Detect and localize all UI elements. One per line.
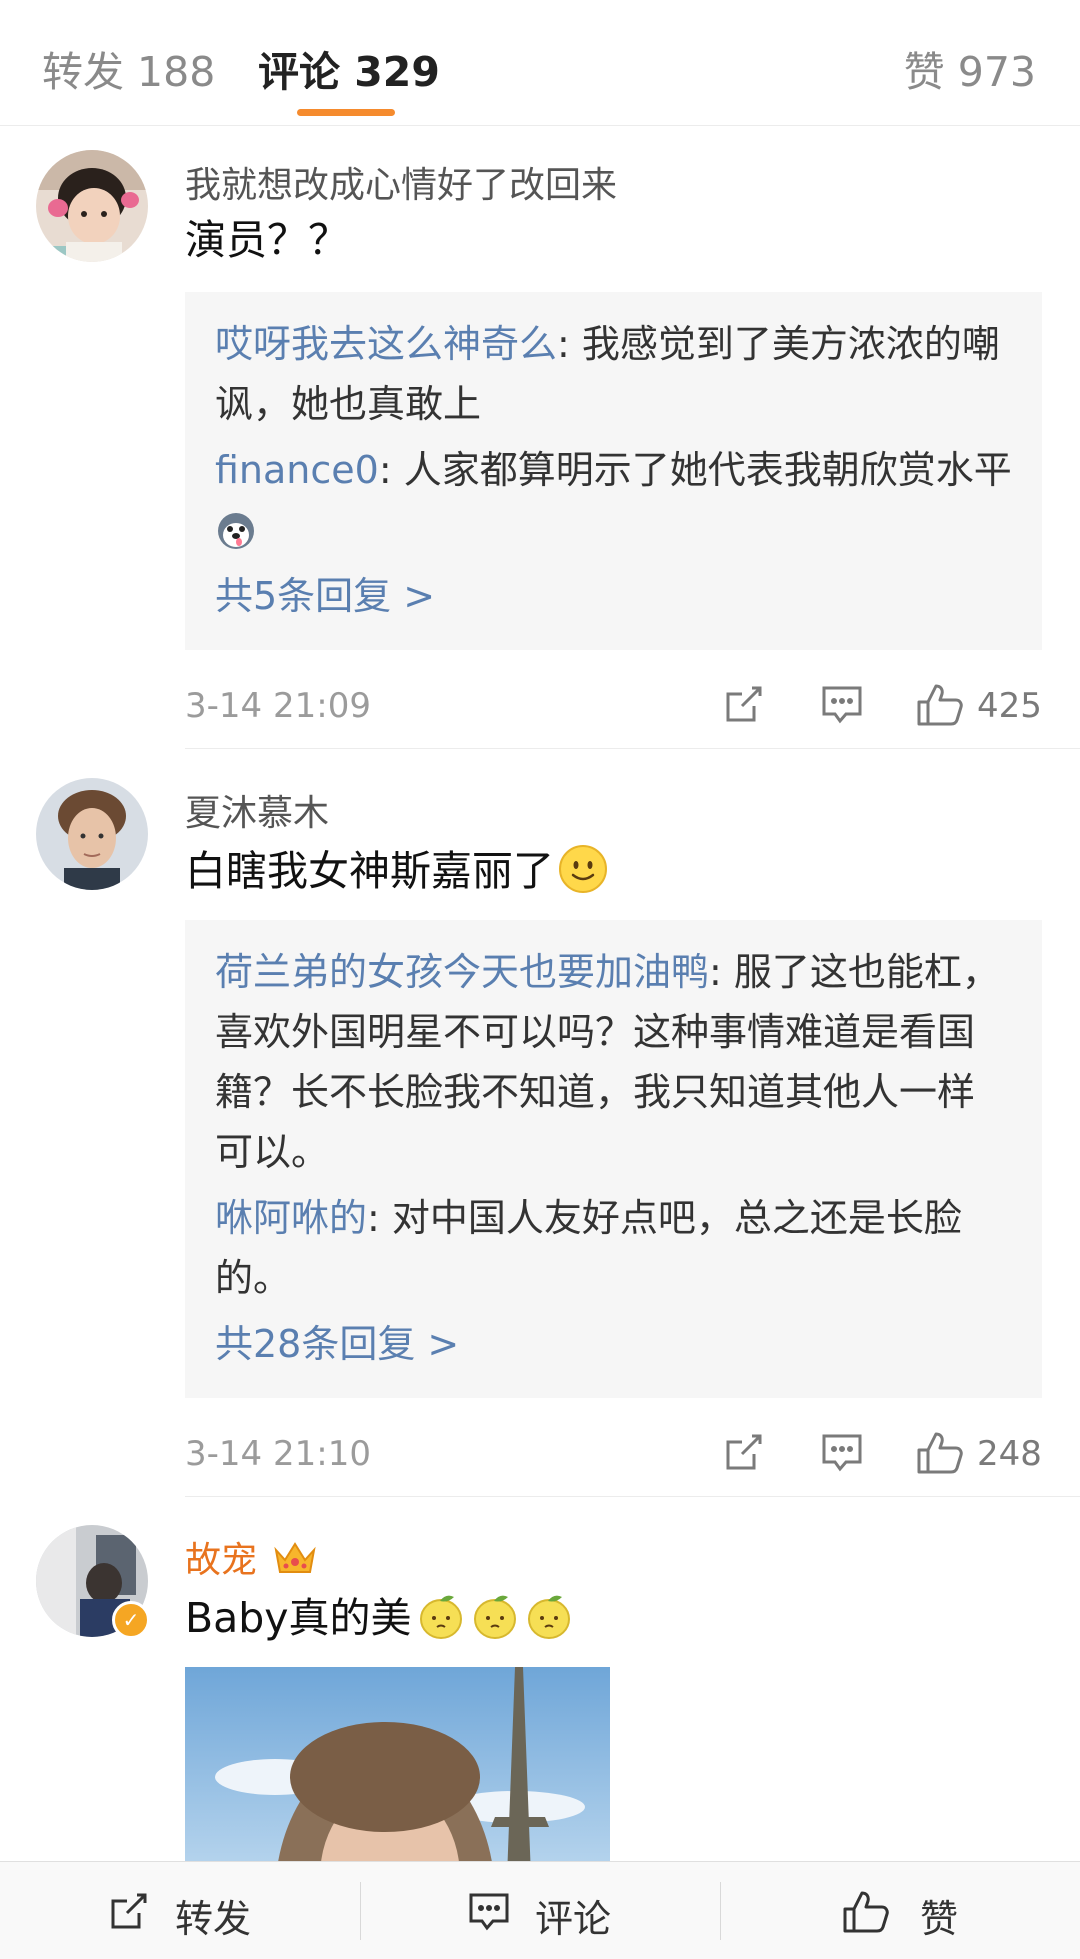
comment-image[interactable] bbox=[185, 1667, 610, 1877]
comment-divider bbox=[185, 748, 1080, 749]
bottom-repost-label: 转发 bbox=[175, 1897, 252, 1941]
reply-item: 哎呀我去这么神奇么: 我感觉到了美方浓浓的嘲讽，她也真敢上 bbox=[215, 314, 1012, 434]
tab-bar: 转发 188 评论 329 赞 973 bbox=[0, 0, 1080, 126]
tab-repost[interactable]: 转发 188 bbox=[42, 38, 215, 98]
like-count: 248 bbox=[977, 1434, 1042, 1474]
comment-time: 3-14 21:09 bbox=[185, 686, 371, 726]
bottom-repost-button[interactable]: 转发 bbox=[0, 1862, 360, 1959]
reply-text: : 人家都算明示了她代表我朝欣赏水平 bbox=[378, 448, 1012, 492]
like-count: 425 bbox=[977, 686, 1042, 726]
comment-username[interactable]: 夏沐慕木 bbox=[185, 784, 329, 836]
crown-icon bbox=[272, 1538, 318, 1578]
comment-text: 演员？？ bbox=[185, 216, 349, 264]
reply-item: 荷兰弟的女孩今天也要加油鸭: 服了这也能杠，喜欢外国明星不可以吗？这种事情难道是… bbox=[215, 942, 1012, 1182]
share-icon[interactable] bbox=[722, 682, 766, 730]
comment-meta: 3-14 21:10 248 bbox=[185, 1424, 1042, 1484]
husky-emoji-icon bbox=[215, 508, 257, 550]
comment-username[interactable]: 我就想改成心情好了改回来 bbox=[185, 156, 617, 208]
thumbs-up-icon[interactable] bbox=[916, 682, 964, 732]
comment-text-value: 白瞎我女神斯嘉丽了 bbox=[185, 847, 554, 895]
comment-username[interactable]: 故宠 bbox=[185, 1531, 318, 1583]
active-tab-indicator bbox=[297, 109, 395, 116]
verified-badge-icon: ✓ bbox=[112, 1601, 150, 1639]
lemon-face-emoji-icon bbox=[524, 1591, 574, 1641]
bottom-comment-label: 评论 bbox=[535, 1897, 612, 1941]
comment-meta: 3-14 21:09 425 bbox=[185, 676, 1042, 736]
tab-comments[interactable]: 评论 329 bbox=[258, 38, 440, 98]
reply-preview-box[interactable]: 荷兰弟的女孩今天也要加油鸭: 服了这也能杠，喜欢外国明星不可以吗？这种事情难道是… bbox=[185, 920, 1042, 1398]
lemon-face-emoji-icon bbox=[470, 1591, 520, 1641]
smile-emoji-icon bbox=[558, 844, 608, 894]
share-icon[interactable] bbox=[722, 1430, 766, 1478]
reply-item: 咻阿咻的: 对中国人友好点吧，总之还是长脸的。 bbox=[215, 1188, 1012, 1308]
tab-likes[interactable]: 赞 973 bbox=[904, 38, 1036, 98]
comment-text: Baby真的美 bbox=[185, 1591, 574, 1643]
weibo-comment-page: 转发 188 评论 329 赞 973 我就想改成心情好了改回来 演员？？ 哎呀… bbox=[0, 0, 1080, 1959]
bottom-comment-button[interactable]: 评论 bbox=[360, 1862, 720, 1959]
comment-reply-icon[interactable] bbox=[820, 682, 864, 730]
comment-text: 白瞎我女神斯嘉丽了 bbox=[185, 844, 608, 896]
reply-username[interactable]: 哎呀我去这么神奇么 bbox=[215, 322, 557, 366]
view-all-replies-link[interactable]: 共28条回复 > bbox=[215, 1314, 1012, 1374]
reply-username[interactable]: finance0 bbox=[215, 448, 379, 492]
bottom-like-button[interactable]: 赞 bbox=[720, 1862, 1080, 1959]
thumbs-up-icon[interactable] bbox=[916, 1430, 964, 1480]
comment-text-value: Baby真的美 bbox=[185, 1594, 412, 1642]
avatar[interactable] bbox=[36, 778, 148, 890]
reply-username[interactable]: 荷兰弟的女孩今天也要加油鸭 bbox=[215, 950, 709, 994]
reply-item: finance0: 人家都算明示了她代表我朝欣赏水平 bbox=[215, 440, 1012, 560]
comment-divider bbox=[185, 1496, 1080, 1497]
bottom-like-label: 赞 bbox=[920, 1897, 959, 1941]
bottom-action-bar: 转发 评论 赞 bbox=[0, 1861, 1080, 1959]
avatar[interactable] bbox=[36, 150, 148, 262]
vip-username-text: 故宠 bbox=[185, 1540, 258, 1581]
lemon-face-emoji-icon bbox=[416, 1591, 466, 1641]
comment-time: 3-14 21:10 bbox=[185, 1434, 371, 1474]
comment-reply-icon[interactable] bbox=[820, 1430, 864, 1478]
reply-username[interactable]: 咻阿咻的 bbox=[215, 1196, 367, 1240]
reply-preview-box[interactable]: 哎呀我去这么神奇么: 我感觉到了美方浓浓的嘲讽，她也真敢上 finance0: … bbox=[185, 292, 1042, 650]
view-all-replies-link[interactable]: 共5条回复 > bbox=[215, 566, 1012, 626]
